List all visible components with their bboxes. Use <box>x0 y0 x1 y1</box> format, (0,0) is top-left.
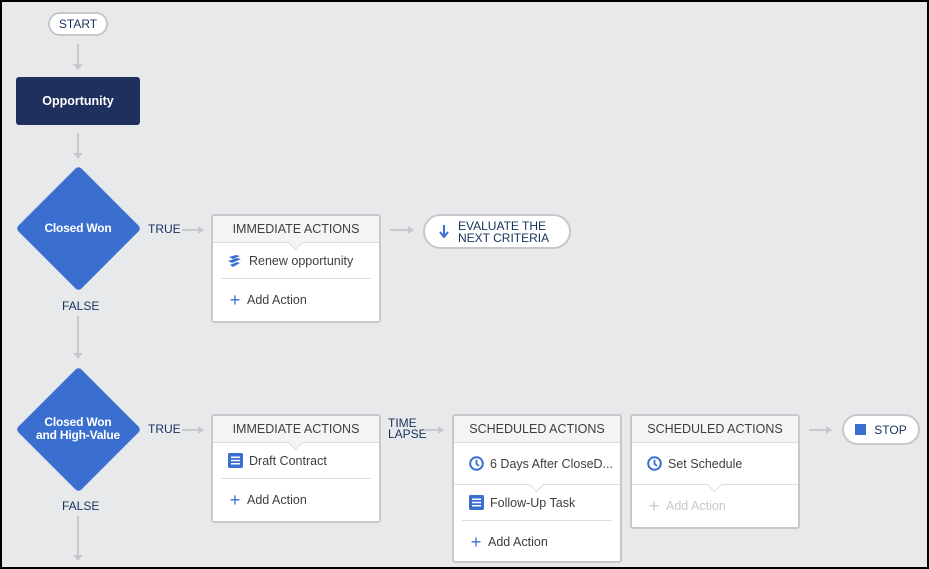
criteria-node-closed-won[interactable]: Closed Won <box>15 165 141 291</box>
false-label: FALSE <box>62 299 100 313</box>
schedule-item[interactable]: Set Schedule <box>632 443 798 493</box>
arrow-down-icon <box>73 64 83 70</box>
task-icon <box>227 453 243 469</box>
immediate-actions-box: IMMEDIATE ACTIONS Draft Contract + Add A… <box>211 414 381 523</box>
criteria-label: Closed Won <box>44 220 112 235</box>
start-node: START <box>48 12 108 36</box>
box-header: IMMEDIATE ACTIONS <box>213 416 379 451</box>
action-label: Follow-Up Task <box>490 495 576 510</box>
arrow-down-icon <box>73 353 83 359</box>
immediate-actions-box: IMMEDIATE ACTIONS Renew opportunity + Ad… <box>211 214 381 323</box>
schedule-label: Set Schedule <box>668 456 743 471</box>
add-action-label: Add Action <box>488 535 548 549</box>
connector-true <box>182 429 198 431</box>
true-label: TRUE <box>148 422 181 436</box>
object-node-opportunity[interactable]: Opportunity <box>16 77 140 125</box>
action-label: Draft Contract <box>249 453 327 468</box>
scheduled-actions-box: SCHEDULED ACTIONS 6 Days After CloseD...… <box>452 414 622 563</box>
arrow-down-icon <box>73 555 83 561</box>
box-header: IMMEDIATE ACTIONS <box>213 216 379 251</box>
connector-time-lapse <box>424 429 438 431</box>
add-action-label: Add Action <box>247 293 307 307</box>
arrow-down-icon <box>439 225 449 238</box>
plus-icon: + <box>470 532 482 552</box>
false-label: FALSE <box>62 499 100 513</box>
stop-label: STOP <box>874 422 907 437</box>
arrow-right-icon <box>826 426 832 434</box>
arrow-right-icon <box>198 426 204 434</box>
plus-icon: + <box>648 496 660 516</box>
scheduled-actions-box: SCHEDULED ACTIONS Set Schedule + Add Act… <box>630 414 800 529</box>
criteria-label: Closed Won and High-Value <box>36 415 120 442</box>
add-action-button[interactable]: + Add Action <box>454 521 620 563</box>
add-action-label: Add Action <box>666 499 726 513</box>
evaluate-label: EVALUATE THE NEXT CRITERIA <box>458 218 550 245</box>
arrow-right-icon <box>408 226 414 234</box>
evaluate-next-criteria-node[interactable]: EVALUATE THE NEXT CRITERIA <box>423 214 571 249</box>
criteria-node-closed-won-high-value[interactable]: Closed Won and High-Value <box>15 366 141 492</box>
box-header: SCHEDULED ACTIONS <box>632 416 798 443</box>
add-action-button[interactable]: + Add Action <box>213 279 379 321</box>
schedule-item[interactable]: 6 Days After CloseD... <box>454 443 620 493</box>
add-action-label: Add Action <box>247 493 307 507</box>
connector-false <box>77 316 79 353</box>
clock-icon <box>468 456 484 472</box>
plus-icon: + <box>229 490 241 510</box>
stop-icon <box>855 424 867 435</box>
connector-true <box>182 229 198 231</box>
clock-icon <box>646 456 662 472</box>
action-item[interactable]: Renew opportunity <box>213 243 379 278</box>
task-icon <box>468 495 484 511</box>
stop-node[interactable]: STOP <box>842 414 920 445</box>
connector-start-object <box>77 44 79 64</box>
arrow-down-icon <box>73 153 83 159</box>
arrow-right-icon <box>438 426 444 434</box>
connector-to-next <box>390 229 408 231</box>
plus-icon: + <box>229 290 241 310</box>
connector-false <box>77 516 79 555</box>
action-item[interactable]: Follow-Up Task <box>454 485 620 520</box>
start-label: START <box>58 17 98 31</box>
connector-to-stop <box>809 429 826 431</box>
time-lapse-label: TIME LAPSE <box>388 416 427 441</box>
action-label: Renew opportunity <box>249 253 354 268</box>
box-header: SCHEDULED ACTIONS <box>454 416 620 443</box>
object-label: Opportunity <box>42 94 114 108</box>
connector-object-criteria1 <box>77 133 79 153</box>
flow-icon <box>227 253 243 269</box>
schedule-label: 6 Days After CloseD... <box>490 456 613 471</box>
add-action-button-disabled: + Add Action <box>632 485 798 527</box>
true-label: TRUE <box>148 222 181 236</box>
add-action-button[interactable]: + Add Action <box>213 479 379 521</box>
arrow-right-icon <box>198 226 204 234</box>
action-item[interactable]: Draft Contract <box>213 443 379 478</box>
